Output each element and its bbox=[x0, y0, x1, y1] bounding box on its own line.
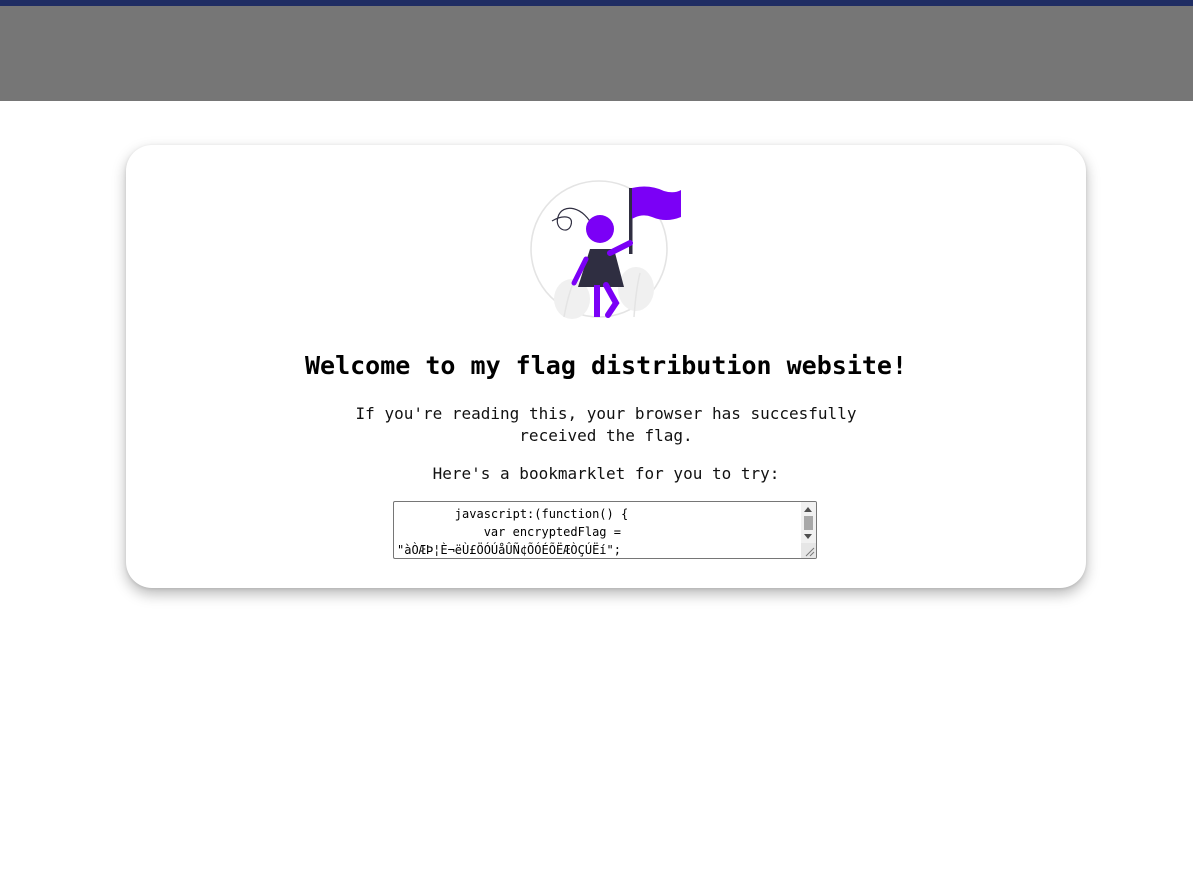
bookmarklet-textarea[interactable]: javascript:(function() { var encryptedFl… bbox=[393, 501, 817, 559]
page-title: Welcome to my flag distribution website! bbox=[304, 351, 908, 380]
scroll-up-arrow-icon[interactable] bbox=[804, 507, 812, 512]
resize-grip-icon[interactable] bbox=[801, 543, 816, 558]
bookmarklet-code[interactable]: javascript:(function() { var encryptedFl… bbox=[397, 505, 801, 558]
textarea-scrollbar[interactable] bbox=[801, 502, 816, 544]
flag-person-illustration bbox=[530, 180, 681, 319]
description-text: If you're reading this, your browser has… bbox=[355, 404, 857, 445]
bookmarklet-prompt: Here's a bookmarklet for you to try: bbox=[432, 464, 780, 483]
header-band bbox=[0, 6, 1193, 101]
scroll-thumb[interactable] bbox=[804, 516, 813, 530]
scroll-down-arrow-icon[interactable] bbox=[804, 534, 812, 539]
